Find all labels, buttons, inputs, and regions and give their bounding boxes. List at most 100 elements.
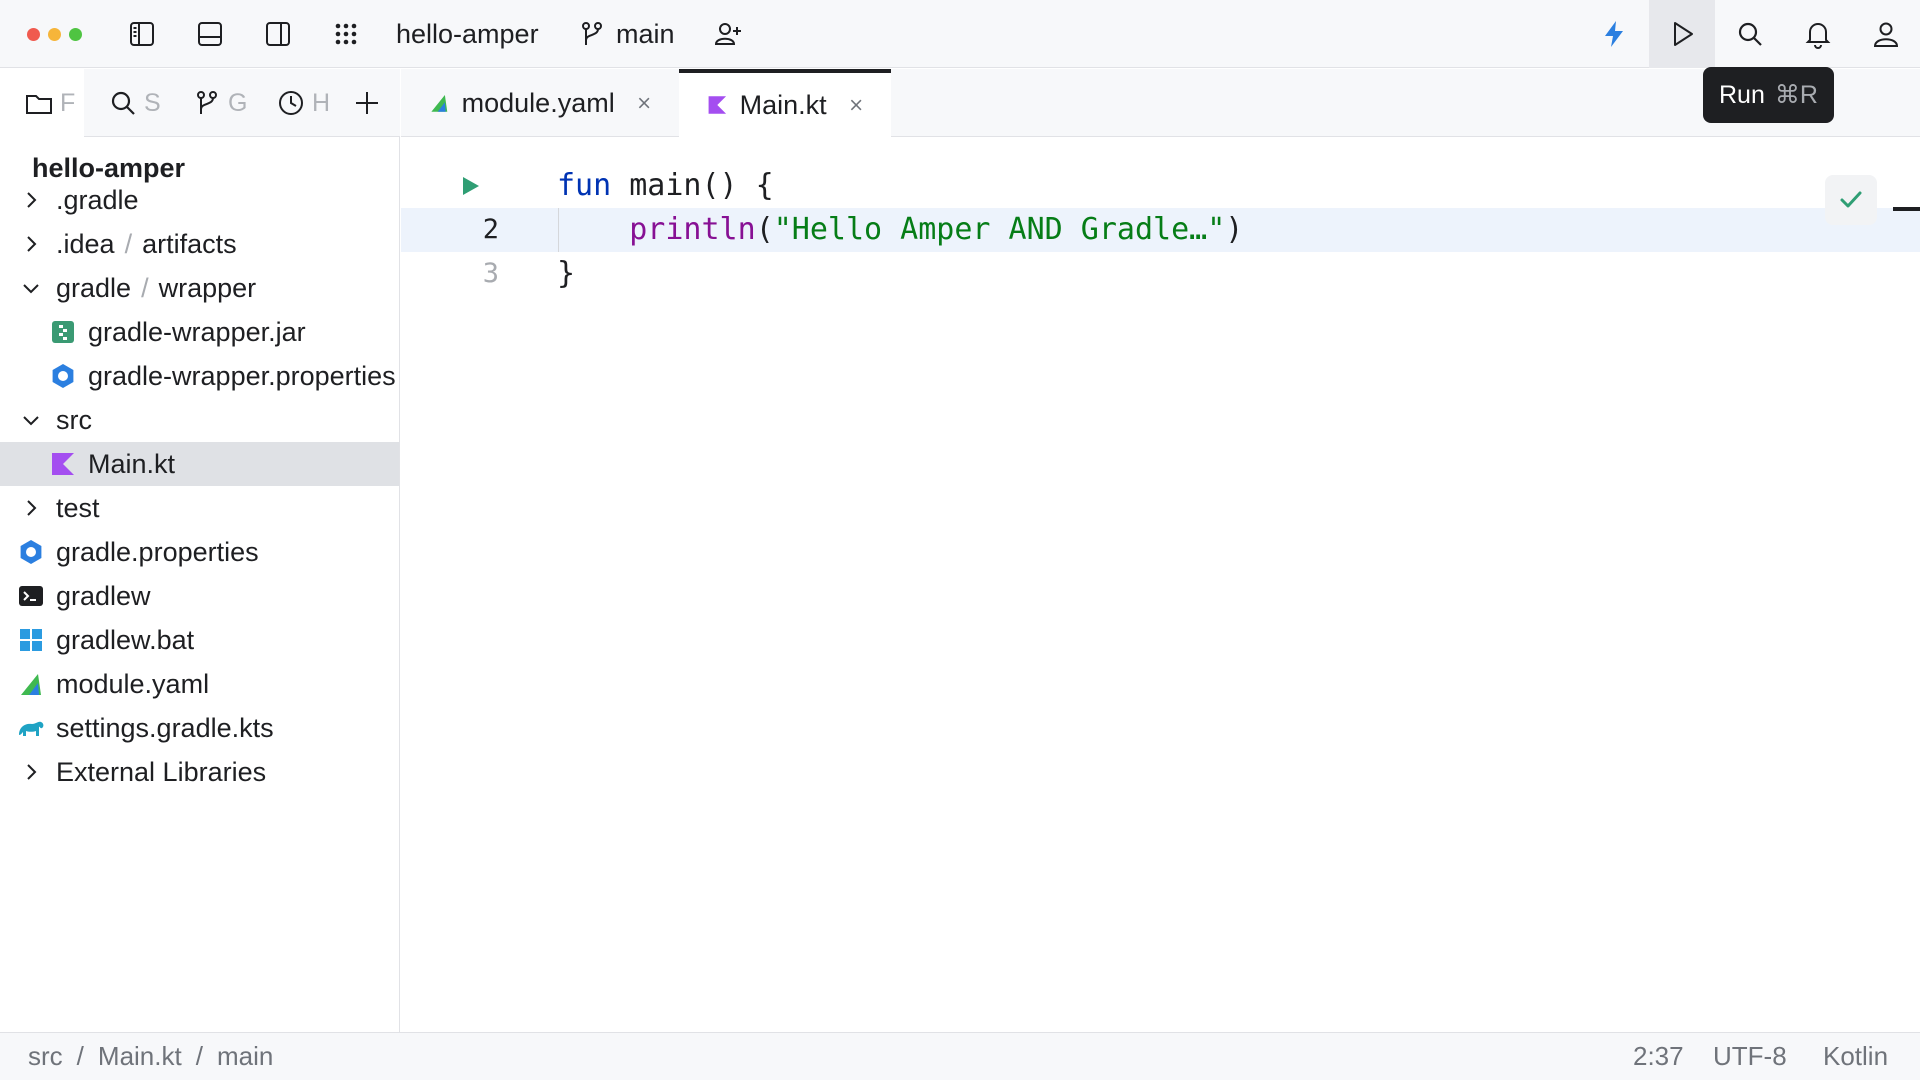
tree-item-main-kt[interactable]: Main.kt: [0, 442, 399, 486]
close-icon[interactable]: [637, 94, 651, 112]
profile-icon[interactable]: [1866, 14, 1906, 54]
file-language[interactable]: Kotlin: [1823, 1041, 1888, 1072]
sidebar-right-icon[interactable]: [258, 14, 298, 54]
tool-tab-files[interactable]: F: [24, 85, 80, 121]
tree-item-label: test: [56, 492, 100, 523]
code-line-1[interactable]: fun main() {: [401, 164, 1920, 208]
kotlin-icon: [708, 96, 727, 114]
run-gutter-icon[interactable]: [459, 175, 481, 197]
panel-bottom-icon[interactable]: [190, 14, 230, 54]
tab-module-yaml[interactable]: module.yaml: [401, 69, 679, 137]
tree-item-label: gradle-wrapper.jar: [88, 316, 306, 347]
run-icon[interactable]: [1662, 14, 1702, 54]
lightning-icon[interactable]: [1594, 14, 1634, 54]
tree-item-external-libraries[interactable]: External Libraries: [0, 750, 399, 794]
inspection-status-widget[interactable]: [1825, 175, 1877, 225]
amper-icon: [21, 674, 41, 695]
branch-widget[interactable]: main: [578, 14, 675, 54]
bell-icon[interactable]: [1798, 14, 1838, 54]
tree-item-module-yaml[interactable]: module.yaml: [0, 662, 399, 706]
search-icon[interactable]: [1730, 14, 1770, 54]
status-bar: src / Main.kt / main 2:37 UTF-8 Kotlin: [0, 1032, 1920, 1080]
tree-item-label: .idea: [56, 228, 115, 259]
breadcrumb: src / Main.kt / main: [28, 1041, 273, 1072]
chevron-down-icon: [23, 416, 39, 426]
editor-tab-bar: module.yaml Main.kt: [401, 69, 1920, 137]
clock-icon: [279, 91, 303, 115]
windows-icon: [20, 629, 42, 651]
project-tree-panel: hello-amper .gradle .idea / artifacts grad…: [0, 137, 400, 1032]
properties-icon: [52, 364, 74, 388]
indent-guide: [558, 208, 559, 252]
code-text: }: [557, 256, 576, 291]
minimize-window-button[interactable]: [48, 28, 61, 41]
tree-item-label: gradle.properties: [56, 536, 259, 567]
code-paren: (: [755, 212, 774, 247]
kotlin-icon: [52, 453, 74, 475]
code-line-2[interactable]: 2 println("Hello Amper AND Gradle…"): [401, 208, 1920, 252]
amper-icon: [431, 95, 448, 112]
tree-item-label: module.yaml: [56, 668, 210, 699]
tree-item-idea[interactable]: .idea / artifacts: [0, 222, 399, 266]
breadcrumb-separator: /: [76, 1041, 84, 1071]
run-tooltip: Run ⌘R: [1703, 67, 1834, 123]
breadcrumb-item[interactable]: Main.kt: [98, 1041, 182, 1072]
tree-item-label: Main.kt: [88, 448, 176, 479]
tree-item-sublabel: wrapper: [158, 272, 257, 303]
tree-item-label: gradle: [56, 272, 132, 303]
add-tool-tab-button[interactable]: [352, 85, 388, 121]
code-function-call: println: [629, 212, 756, 247]
tree-item-label: External Libraries: [56, 756, 267, 787]
tree-item-src[interactable]: src: [0, 398, 399, 442]
tree-item-sublabel: artifacts: [142, 228, 237, 259]
tool-tab-history[interactable]: H: [276, 85, 332, 121]
add-user-icon[interactable]: [708, 14, 748, 54]
tree-item-gradlew-bat[interactable]: gradlew.bat: [0, 618, 399, 662]
tab-label: Main.kt: [739, 89, 827, 120]
path-separator: /: [124, 228, 133, 259]
grid-menu-icon[interactable]: [326, 14, 366, 54]
tree-item-test[interactable]: test: [0, 486, 399, 530]
tab-main-kt[interactable]: Main.kt: [679, 69, 891, 137]
code-string: "Hello Amper AND Gradle…": [773, 212, 1226, 247]
tree-item-settings-gradle-kts[interactable]: settings.gradle.kts: [0, 706, 399, 750]
tree-item-gradlew[interactable]: gradlew: [0, 574, 399, 618]
tool-tab-label: G: [228, 88, 248, 117]
tree-item-gradle-wrapper-properties[interactable]: gradle-wrapper.properties: [0, 354, 399, 398]
tool-tab-label: F: [60, 88, 76, 117]
breadcrumb-item[interactable]: src: [28, 1041, 63, 1072]
tree-item-gradle-dir[interactable]: .gradle: [0, 178, 399, 222]
tree-item-gradle-properties[interactable]: gradle.properties: [0, 530, 399, 574]
chevron-down-icon: [23, 284, 39, 294]
code-editor[interactable]: fun main() { 2 println("Hello Amper AND …: [401, 137, 1920, 1032]
branch-icon: [197, 91, 217, 114]
code-text: main() {: [611, 168, 774, 203]
tree-item-label: gradle-wrapper.properties: [88, 360, 396, 391]
tool-tab-label: S: [144, 88, 161, 117]
branch-name: main: [616, 18, 675, 49]
gradle-elephant-icon: [19, 721, 44, 736]
path-separator: /: [141, 272, 149, 303]
properties-icon: [20, 540, 42, 564]
code-paren: ): [1225, 212, 1244, 247]
chevron-right-icon: [27, 236, 37, 252]
chevron-right-icon: [27, 764, 37, 780]
tree-item-label: src: [56, 404, 92, 435]
close-icon[interactable]: [849, 96, 863, 114]
line-number: 3: [482, 258, 499, 289]
breadcrumb-item[interactable]: main: [217, 1041, 273, 1072]
tool-tab-git[interactable]: G: [192, 85, 248, 121]
project-name[interactable]: hello-amper: [396, 17, 539, 51]
close-window-button[interactable]: [27, 28, 40, 41]
scrollbar-marker: [1893, 207, 1920, 211]
maximize-window-button[interactable]: [69, 28, 82, 41]
caret-position[interactable]: 2:37: [1633, 1041, 1684, 1072]
jar-icon: [52, 321, 74, 343]
tree-item-label: settings.gradle.kts: [56, 712, 274, 743]
code-line-3[interactable]: 3 }: [401, 252, 1920, 296]
sidebar-left-icon[interactable]: [122, 14, 162, 54]
tree-item-gradle-wrapper-jar[interactable]: gradle-wrapper.jar: [0, 310, 399, 354]
tree-item-gradle-wrapper-dir[interactable]: gradle / wrapper: [0, 266, 399, 310]
file-encoding[interactable]: UTF-8: [1713, 1041, 1787, 1072]
tool-tab-search[interactable]: S: [108, 85, 164, 121]
